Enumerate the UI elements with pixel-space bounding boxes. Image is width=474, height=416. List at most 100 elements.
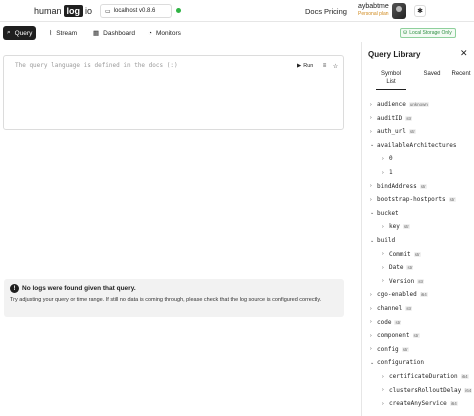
- symbol-item[interactable]: › bindAddress str: [370, 182, 427, 191]
- symbol-type-badge: str: [448, 197, 456, 203]
- chevron-right-icon: ›: [370, 346, 372, 353]
- chevron-right-icon: ›: [382, 278, 384, 285]
- symbol-item[interactable]: › Commit str: [382, 250, 421, 259]
- chevron-right-icon: ›: [370, 101, 372, 108]
- symbol-name: availableArchitectures: [377, 141, 457, 149]
- tab-query[interactable]: ⌕ Query: [3, 26, 37, 40]
- symbol-name: 0: [389, 155, 393, 163]
- symbol-name: certificateDuration: [389, 373, 458, 380]
- symbol-name: component: [377, 332, 410, 340]
- symbol-type-badge: str: [406, 265, 414, 271]
- query-editor[interactable]: The query language is defined in the doc…: [3, 55, 344, 130]
- symbol-name: auth_url: [377, 128, 406, 136]
- nav-docs-link[interactable]: Docs: [305, 7, 322, 16]
- app-logo[interactable]: human log io: [34, 4, 92, 18]
- symbol-type-badge: str: [419, 183, 427, 189]
- symbol-item[interactable]: › cgo-enabled i64: [370, 290, 428, 299]
- symbol-item[interactable]: › certificateDuration i64: [382, 372, 469, 381]
- symbol-item[interactable]: › createAnyService i64: [382, 399, 458, 408]
- symbol-name: 1: [389, 169, 393, 176]
- chevron-down-icon: ⌄: [370, 142, 375, 149]
- settings-button[interactable]: ✱: [414, 5, 426, 17]
- star-icon[interactable]: ☆: [331, 61, 340, 71]
- list-icon[interactable]: ≡: [320, 61, 329, 71]
- symbol-type-badge: i64: [464, 387, 473, 393]
- symbol-name: key: [389, 223, 400, 231]
- symbol-item[interactable]: › code str: [370, 318, 402, 327]
- symbol-item[interactable]: ⌄ availableArchitectures: [370, 141, 456, 150]
- symbol-type-badge: str: [408, 129, 416, 135]
- symbol-item[interactable]: › key str: [382, 222, 410, 231]
- tab-recent[interactable]: Recent: [448, 71, 474, 79]
- symbol-item[interactable]: › Date str: [382, 263, 414, 272]
- symbol-item[interactable]: › 0: [382, 154, 393, 163]
- symbol-type-badge: str: [401, 346, 409, 352]
- symbol-item[interactable]: › audience unknown: [370, 100, 429, 109]
- chevron-right-icon: ›: [382, 400, 384, 407]
- chevron-right-icon: ›: [382, 223, 384, 230]
- symbol-item[interactable]: › clustersRolloutDelay i64: [382, 386, 473, 395]
- tab-label: Query: [14, 29, 33, 37]
- chevron-right-icon: ›: [370, 115, 372, 122]
- top-header: human log io ▭ localhost v0.8.6 Docs Pri…: [0, 0, 474, 22]
- chevron-down-icon: ⌄: [370, 359, 375, 366]
- symbol-item[interactable]: › auditID str: [370, 114, 413, 123]
- symbol-type-badge: unknown: [408, 102, 429, 107]
- symbol-item[interactable]: › channel str: [370, 304, 413, 313]
- tab-label: Monitors: [155, 29, 181, 37]
- chevron-right-icon: ›: [370, 291, 372, 298]
- tab-stream[interactable]: ⌇ Stream: [45, 26, 81, 40]
- symbol-name: code: [377, 318, 392, 326]
- symbol-type-badge: str: [402, 224, 410, 230]
- symbol-name: bindAddress: [377, 182, 417, 190]
- symbol-item[interactable]: › 1: [382, 168, 393, 177]
- logo-text-left: human: [34, 6, 62, 16]
- no-logs-banner: ! No logs were found given that query. T…: [4, 279, 344, 317]
- symbol-item[interactable]: ⌄ configuration: [370, 358, 424, 367]
- dashboard-icon: ▦: [93, 30, 100, 37]
- symbol-name: config: [377, 345, 399, 353]
- chevron-right-icon: ›: [370, 332, 372, 339]
- query-placeholder[interactable]: The query language is defined in the doc…: [15, 62, 178, 69]
- symbol-item[interactable]: › Version str: [382, 277, 425, 286]
- symbol-type-badge: str: [413, 251, 421, 257]
- symbol-type-badge: str: [412, 333, 420, 339]
- symbol-type-badge: i64: [419, 292, 428, 298]
- tab-monitors[interactable]: ◔ Monitors: [144, 26, 185, 40]
- run-button[interactable]: ▶ Run: [297, 61, 313, 71]
- tab-symbol-list[interactable]: Symbol List: [376, 71, 406, 90]
- tab-label: Dashboard: [103, 29, 135, 37]
- symbol-name: bootstrap-hostports: [377, 196, 446, 204]
- chevron-right-icon: ›: [370, 305, 372, 312]
- symbol-name: clustersRolloutDelay: [389, 386, 462, 394]
- local-storage-badge: ⛁ Local Storage Only: [400, 28, 456, 38]
- user-menu[interactable]: aybabtme Personal plan: [358, 3, 392, 17]
- avatar[interactable]: [392, 3, 406, 19]
- symbol-item[interactable]: › config str: [370, 345, 409, 354]
- chevron-right-icon: ›: [382, 387, 384, 394]
- library-title: Query Library: [368, 50, 421, 59]
- symbol-type-badge: str: [394, 319, 402, 325]
- chevron-right-icon: ›: [370, 183, 372, 190]
- chevron-right-icon: ›: [382, 264, 384, 271]
- no-logs-message: Try adjusting your query or time range. …: [10, 297, 322, 303]
- symbol-name: createAnyService: [389, 400, 447, 408]
- stream-icon: ⌇: [49, 30, 53, 37]
- symbol-name: cgo-enabled: [377, 291, 417, 299]
- nav-pricing-link[interactable]: Pricing: [324, 7, 347, 16]
- symbol-name: channel: [377, 305, 403, 312]
- storage-badge-label: Local Storage Only: [409, 30, 452, 36]
- symbol-item[interactable]: ⌄ build: [370, 236, 395, 245]
- symbol-type-badge: str: [405, 115, 413, 121]
- play-icon: ▶: [297, 63, 302, 69]
- chevron-down-icon: ⌄: [370, 237, 375, 244]
- tab-saved[interactable]: Saved: [418, 71, 446, 79]
- symbol-item[interactable]: › component str: [370, 331, 420, 340]
- environment-selector[interactable]: ▭ localhost v0.8.6: [100, 4, 172, 18]
- symbol-item[interactable]: › auth_url str: [370, 127, 416, 136]
- symbol-name: build: [377, 237, 396, 244]
- symbol-item[interactable]: ⌄ bucket: [370, 209, 399, 218]
- tab-dashboard[interactable]: ▦ Dashboard: [89, 26, 139, 40]
- close-icon[interactable]: ✕: [460, 48, 468, 59]
- symbol-item[interactable]: › bootstrap-hostports str: [370, 195, 456, 204]
